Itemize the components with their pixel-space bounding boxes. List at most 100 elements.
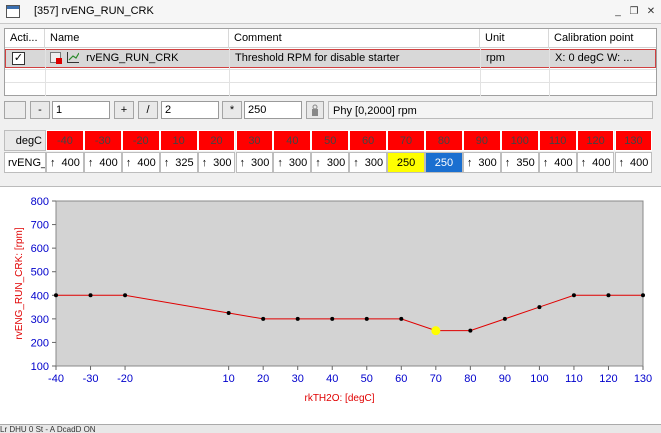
divide-input[interactable]: 2 [161,101,219,119]
list-row-selected[interactable]: ✓ rvENG_RUN_CRK Threshold RPM for disabl… [5,49,656,68]
close-button[interactable]: ✕ [644,5,658,19]
x-axis-cell[interactable]: 70 [387,130,425,151]
x-tick-label: 60 [395,373,407,385]
set-value-button[interactable] [306,101,324,119]
active-checkbox[interactable]: ✓ [12,52,25,65]
data-point [364,316,369,321]
value-cell[interactable]: ↑ 300 [235,152,274,173]
row-label: rvENG_ [4,152,46,173]
minimize-button[interactable]: _ [611,5,625,19]
curve-chart[interactable]: 100 200 300 400 500 600 700 800 -40 -30 -20 10 20 30 4… [0,187,661,425]
x-axis-cell[interactable]: 100 [500,130,539,151]
title-bar: [357] rvENG_RUN_CRK _ ❐ ✕ [0,0,661,24]
y-tick-label: 200 [31,337,49,349]
value-cell[interactable]: ↑ 400 [83,152,122,173]
chart-panel: 100 200 300 400 500 600 700 800 -40 -30 -20 10 20 30 4… [0,186,661,424]
trend-arrow-icon: ↑ [504,157,511,169]
data-point [330,316,335,321]
subtract-button[interactable]: - [30,101,50,119]
col-comment[interactable]: Comment [229,29,480,48]
variable-icon [50,52,62,64]
value-text: 400 [554,157,573,169]
variable-list: Acti... Name Comment Unit Calibration po… [4,28,657,96]
x-tick-label: 80 [464,373,476,385]
x-axis-cell[interactable]: -20 [121,130,160,151]
col-calibration[interactable]: Calibration point [549,29,656,48]
value-cell[interactable]: ↑ 400 [46,152,84,173]
curve-icon [67,52,80,63]
x-axis-cell[interactable]: 40 [273,130,312,151]
restore-button[interactable]: ❐ [627,5,641,19]
x-axis-cell[interactable]: 30 [235,130,274,151]
data-point [54,293,58,298]
data-point [606,293,611,298]
multiply-button[interactable]: * [222,101,242,119]
value-text: 400 [99,157,118,169]
plot-area [55,200,644,367]
x-axis-cell[interactable]: -40 [46,130,84,151]
data-point [537,305,542,310]
trend-arrow-icon: ↑ [542,157,549,169]
data-point [571,293,576,298]
value-cell[interactable]: ↑ 325 [159,152,198,173]
x-axis-cell[interactable]: 110 [538,130,577,151]
x-tick-label: 10 [223,373,235,385]
x-tick-label: 50 [361,373,373,385]
x-axis-cell[interactable]: 80 [425,130,463,151]
x-axis-cell[interactable]: 10 [159,130,198,151]
value-cell[interactable]: ↑ 350 [500,152,539,173]
x-tick-label: 40 [326,373,338,385]
value-text: 250 [434,157,454,169]
value-toolbar: - 1 + / 2 * 250 Phy [0,2000] rpm [0,99,661,123]
col-divider [45,48,46,96]
col-name[interactable]: Name [45,29,229,48]
app-icon [6,5,20,18]
x-axis-cell[interactable]: 20 [197,130,236,151]
value-cell[interactable]: ↑ 400 [576,152,615,173]
col-active[interactable]: Acti... [5,29,45,48]
value-cell[interactable]: ↑ 300 [273,152,312,173]
divide-button[interactable]: / [138,101,158,119]
x-tick-label: 90 [499,373,511,385]
add-button[interactable]: + [114,101,134,119]
data-point [295,316,300,321]
trend-arrow-icon: ↑ [50,157,56,169]
data-point [399,316,404,321]
x-axis-cell[interactable]: 60 [349,130,388,151]
data-point [123,293,128,298]
row-divider [5,82,656,83]
toolbar-spacer [4,101,26,119]
y-tick-label: 600 [31,243,49,255]
set-value-input[interactable]: 250 [244,101,302,119]
col-divider [229,48,230,96]
x-axis-cell[interactable]: -30 [83,130,122,151]
trend-arrow-icon: ↑ [315,157,321,169]
x-axis-cell[interactable]: 50 [311,130,350,151]
subtract-input[interactable]: 1 [52,101,110,119]
value-text: 400 [592,157,611,169]
value-cell[interactable]: 250 [425,152,463,173]
value-cell[interactable]: ↑ 300 [197,152,236,173]
unit-cell: rpm [486,52,505,64]
value-cell[interactable]: ↑ 300 [349,152,388,173]
x-axis-cell[interactable]: 120 [576,130,615,151]
selected-data-point [431,326,441,336]
value-table: degC rvENG_ -40 ↑ 400 -30 ↑ 400 -20 ↑ 400 10 ↑ 325 2… [4,130,657,173]
y-tick-label: 700 [31,220,49,232]
value-cell[interactable]: ↑ 400 [121,152,160,173]
value-text: 300 [478,157,497,169]
value-cell[interactable]: 250 [387,152,425,173]
weight-icon [312,104,318,116]
value-cell[interactable]: ↑ 400 [538,152,577,173]
col-unit[interactable]: Unit [480,29,549,48]
value-cell[interactable]: ↑ 300 [311,152,350,173]
value-cell[interactable]: ↑ 300 [462,152,501,173]
calibration-cell: X: 0 degC W: ... [555,52,633,64]
value-text: 400 [137,157,156,169]
y-tick-label: 800 [31,196,49,208]
x-axis-cell[interactable]: 90 [462,130,501,151]
trend-arrow-icon: ↑ [618,157,625,169]
phys-range-label: Phy [0,2000] rpm [328,101,653,119]
x-axis-cell[interactable]: 130 [614,130,653,151]
value-cell[interactable]: ↑ 400 [614,152,653,173]
